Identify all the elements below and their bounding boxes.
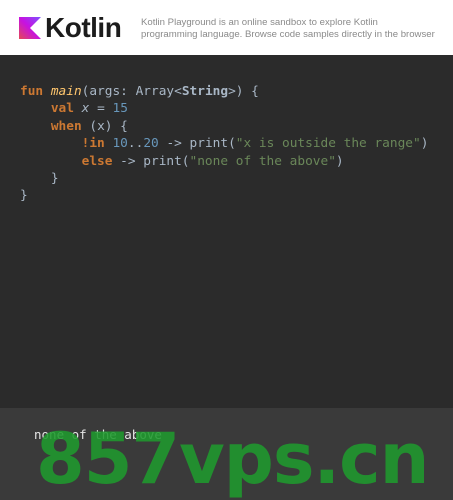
code-token: else [81,153,113,169]
code-token: main [50,84,82,99]
code-line[interactable]: fun main(args: Array<String>) { [20,83,428,100]
code-line[interactable]: else -> print("none of the above") [20,153,428,170]
header-bar: Kotlin Kotlin Playground is an online sa… [0,0,453,55]
code-token: !in [81,136,113,152]
code-line[interactable]: } [20,187,428,204]
code-block[interactable]: fun main(args: Array<String>) { val x = … [20,83,428,205]
code-token: String [181,84,229,99]
kotlin-logo-icon [19,16,41,39]
tagline: Kotlin Playground is an online sandbox t… [141,17,453,41]
code-token: "x is outside the range" [235,136,421,152]
code-line[interactable]: when (x) { [20,118,428,135]
code-token: 10 [112,136,128,152]
code-line[interactable]: } [20,170,428,187]
code-token: ) [335,153,344,169]
code-token: -> print( [158,136,236,152]
tagline-line-2: programming language. Browse code sample… [141,29,435,40]
code-token: -> print( [112,153,190,169]
kotlin-logo[interactable]: Kotlin [19,11,122,43]
code-token: val [50,101,82,117]
logo-wordmark: Kotlin [45,11,122,43]
code-token: fun [20,84,51,99]
code-token: (args: Array< [81,84,182,99]
code-token: 20 [143,136,159,152]
code-token: 15 [112,101,128,117]
code-token: "none of the above" [189,153,336,169]
code-token: .. [127,136,144,152]
code-token: } [20,171,59,187]
code-token: >) { [228,84,259,99]
code-editor[interactable]: fun main(args: Array<String>) { val x = … [0,55,453,408]
code-line[interactable]: val x = 15 [20,100,428,117]
code-token: (x) { [81,118,128,134]
code-line[interactable]: !in 10..20 -> print("x is outside the ra… [20,135,429,152]
code-token: = [89,101,113,117]
code-token: } [20,188,28,204]
output-text: none of the above [34,427,162,442]
code-token: when [50,118,82,134]
output-panel: none of the above [0,408,453,500]
tagline-line-1: Kotlin Playground is an online sandbox t… [141,17,378,28]
code-token: ) [420,136,429,152]
